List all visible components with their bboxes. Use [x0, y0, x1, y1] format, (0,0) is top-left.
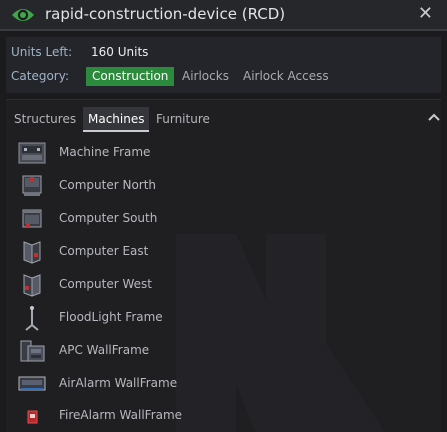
- tab-structures[interactable]: Structures: [9, 107, 81, 132]
- eye-icon: [12, 9, 34, 21]
- list-item-airalarm-wallframe[interactable]: AirAlarm WallFrame: [14, 369, 414, 399]
- item-label: FloodLight Frame: [59, 310, 163, 324]
- info-panel: Units Left: 160 Units Category: Construc…: [6, 37, 441, 93]
- fire-alarm-icon: [27, 410, 38, 424]
- computer-north-icon: [22, 175, 42, 196]
- item-label: Machine Frame: [59, 145, 151, 159]
- category-label: Category:: [11, 69, 69, 83]
- category-airlock-access-button[interactable]: Airlock Access: [237, 67, 335, 86]
- units-left-label: Units Left:: [11, 45, 73, 59]
- title-bar: rapid-construction-device (RCD) ✕: [0, 0, 447, 31]
- construction-panel: Structures Machines Furniture Machine Fr…: [6, 99, 441, 432]
- units-left-value: 160 Units: [91, 45, 149, 59]
- item-label: Computer East: [59, 244, 149, 258]
- chevron-up-icon[interactable]: [427, 112, 441, 122]
- tab-machines[interactable]: Machines: [83, 107, 150, 132]
- window-title: rapid-construction-device (RCD): [45, 5, 286, 23]
- list-item-machine-frame[interactable]: Machine Frame: [14, 138, 414, 168]
- item-label: FireAlarm WallFrame: [59, 408, 183, 422]
- category-construction-button[interactable]: Construction: [86, 67, 175, 86]
- list-item-apc-wallframe[interactable]: APC WallFrame: [14, 336, 414, 366]
- list-item-floodlight-frame[interactable]: FloodLight Frame: [14, 303, 414, 333]
- category-airlocks-button[interactable]: Airlocks: [176, 67, 235, 86]
- air-alarm-icon: [18, 376, 46, 391]
- computer-south-icon: [22, 209, 42, 228]
- item-label: AirAlarm WallFrame: [59, 376, 178, 390]
- list-item-firealarm-wallframe[interactable]: FireAlarm WallFrame: [14, 401, 414, 431]
- list-item-computer-east[interactable]: Computer East: [14, 237, 414, 267]
- machine-frame-icon: [18, 142, 46, 164]
- item-label: Computer South: [59, 211, 158, 225]
- item-label: APC WallFrame: [59, 343, 150, 357]
- computer-west-icon: [23, 274, 41, 297]
- list-item-computer-north[interactable]: Computer North: [14, 171, 414, 201]
- list-item-computer-south[interactable]: Computer South: [14, 204, 414, 234]
- tab-furniture[interactable]: Furniture: [151, 107, 215, 132]
- item-label: Computer North: [59, 178, 157, 192]
- close-icon[interactable]: ✕: [418, 3, 433, 24]
- floodlight-icon: [25, 306, 39, 331]
- item-label: Computer West: [59, 277, 152, 291]
- list-item-computer-west[interactable]: Computer West: [14, 270, 414, 300]
- apc-icon: [20, 340, 45, 362]
- computer-east-icon: [23, 241, 41, 264]
